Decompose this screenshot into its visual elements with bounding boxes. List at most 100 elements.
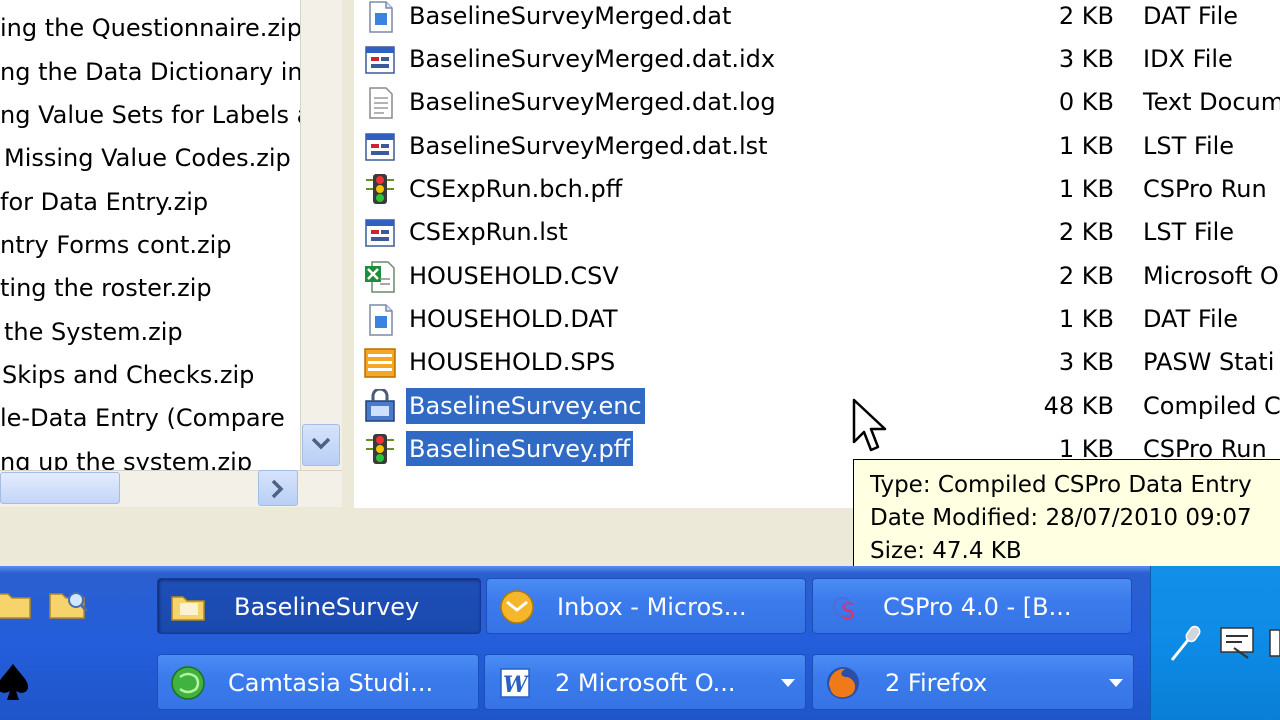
taskbar-button-label: CSPro 4.0 - [B... — [883, 593, 1072, 621]
file-row[interactable]: BaselineSurveyMerged.dat.log 0 KB Text D… — [354, 82, 1280, 125]
file-size: 1 KB — [1058, 132, 1114, 160]
folder-tree-item[interactable]: Missing Value Codes.zip — [4, 138, 291, 178]
text-file-icon — [369, 87, 393, 119]
group-expand-arrow-icon — [781, 679, 795, 687]
folder-tree-item[interactable]: ng up the system.zip — [0, 442, 252, 470]
file-type: DAT File — [1143, 305, 1239, 333]
file-type: Text Docum — [1143, 88, 1280, 116]
file-row[interactable]: CSExpRun.lst 2 KB LST File — [354, 212, 1280, 255]
file-name: BaselineSurveyMerged.dat.idx — [409, 45, 776, 73]
tooltip-date: Date Modified: 28/07/2010 09:07 — [870, 505, 1252, 531]
file-type: IDX File — [1143, 45, 1233, 73]
svg-text:W: W — [503, 672, 530, 698]
folder-tree-item[interactable]: Skips and Checks.zip — [2, 355, 254, 395]
spss-file-icon — [364, 348, 396, 378]
file-info-tooltip: Type: Compiled CSPro Data Entry Date Mod… — [853, 459, 1280, 577]
word-icon: W — [500, 668, 530, 698]
file-name: HOUSEHOLD.DAT — [409, 305, 618, 333]
folder-tree-item[interactable]: ng the Data Dictionary in C — [0, 52, 300, 92]
mouse-pointer-icon — [852, 398, 887, 452]
folder-tree-item[interactable]: the System.zip — [4, 312, 183, 352]
file-name: CSExpRun.bch.pff — [409, 175, 623, 203]
document-icon — [369, 304, 393, 336]
file-row[interactable]: BaselineSurveyMerged.dat.idx 3 KB IDX Fi… — [354, 39, 1280, 82]
cspro-icon: CS — [831, 591, 855, 625]
display-settings-icon[interactable] — [1218, 624, 1260, 662]
explorer-folder-icon[interactable] — [48, 584, 90, 624]
traffic-light-icon — [366, 174, 394, 204]
file-row[interactable]: HOUSEHOLD.SPS 3 KB PASW Stati — [354, 342, 1280, 385]
taskbar-button-label: Inbox - Micros... — [557, 593, 747, 621]
file-row[interactable]: BaselineSurvey.enc 48 KB Compiled C — [354, 386, 1280, 429]
file-row[interactable]: CSExpRun.bch.pff 1 KB CSPro Run — [354, 169, 1280, 212]
microphone-icon[interactable] — [1166, 622, 1206, 666]
folder-tree-pane: ing the Questionnaire.zip ng the Data Di… — [0, 0, 300, 505]
file-row[interactable]: HOUSEHOLD.CSV 2 KB Microsoft O — [354, 256, 1280, 299]
svg-text:S: S — [841, 600, 855, 625]
group-expand-arrow-icon — [1109, 679, 1123, 687]
traffic-light-icon — [366, 434, 394, 464]
taskbar-button-label: Camtasia Studi... — [228, 669, 434, 697]
taskbar-button-label: BaselineSurvey — [234, 593, 420, 621]
folder-tree-item[interactable]: le-Data Entry (Compare — [0, 398, 285, 438]
file-type: LST File — [1143, 132, 1235, 160]
folder-tree-item[interactable]: ting the roster.zip — [0, 268, 212, 308]
horizontal-scroll-thumb[interactable] — [0, 472, 120, 504]
taskbar-button-inbox[interactable]: Inbox - Micros... — [486, 578, 806, 634]
file-row[interactable]: BaselineSurveyMerged.dat.lst 1 KB LST Fi… — [354, 126, 1280, 169]
file-size: 2 KB — [1058, 262, 1114, 290]
taskbar-button-camtasia[interactable]: Camtasia Studi... — [157, 654, 479, 710]
folder-tree-item[interactable]: for Data Entry.zip — [0, 182, 208, 222]
file-type: LST File — [1143, 218, 1235, 246]
file-name: BaselineSurveyMerged.dat — [409, 2, 732, 30]
excel-file-icon — [365, 261, 395, 293]
folder-tree-list: ing the Questionnaire.zip ng the Data Di… — [0, 0, 300, 470]
file-size: 1 KB — [1058, 305, 1114, 333]
file-type: PASW Stati — [1143, 348, 1275, 376]
file-name: BaselineSurveyMerged.dat.log — [409, 88, 776, 116]
tooltip-size: Size: 47.4 KB — [870, 538, 1022, 564]
file-name: HOUSEHOLD.SPS — [409, 348, 616, 376]
document-icon — [369, 1, 393, 33]
spade-icon[interactable] — [0, 660, 30, 702]
folder-icon[interactable] — [0, 586, 34, 622]
taskbar-button-cspro[interactable]: CS CSPro 4.0 - [B... — [812, 578, 1132, 634]
file-name: CSExpRun.lst — [409, 218, 568, 246]
folder-tree-item[interactable]: ntry Forms cont.zip — [0, 225, 232, 265]
file-type: DAT File — [1143, 2, 1239, 30]
file-size: 2 KB — [1058, 218, 1114, 246]
file-row[interactable]: HOUSEHOLD.DAT 1 KB DAT File — [354, 299, 1280, 342]
file-name: BaselineSurvey.pff — [404, 430, 635, 466]
taskbar-group-firefox[interactable]: 2 Firefox — [812, 654, 1134, 710]
file-size: 3 KB — [1058, 45, 1114, 73]
file-row[interactable]: BaselineSurveyMerged.dat 2 KB DAT File — [354, 0, 1280, 39]
scroll-down-button[interactable] — [302, 424, 340, 466]
outlook-icon — [500, 590, 534, 624]
generic-file-icon — [365, 133, 395, 161]
file-size: 3 KB — [1058, 348, 1114, 376]
file-name: HOUSEHOLD.CSV — [409, 262, 619, 290]
chevron-right-icon — [271, 479, 284, 499]
file-name: BaselineSurvey.enc — [405, 387, 646, 425]
file-list: BaselineSurveyMerged.dat 2 KB DAT File B… — [354, 0, 1280, 466]
file-size: 1 KB — [1058, 175, 1114, 203]
file-name: BaselineSurveyMerged.dat.lst — [409, 132, 768, 160]
generic-file-icon — [365, 219, 395, 247]
taskbar-button-label: 2 Microsoft O... — [555, 669, 736, 697]
file-size: 0 KB — [1058, 88, 1114, 116]
camtasia-icon — [171, 666, 205, 700]
file-type: Compiled C — [1143, 392, 1280, 420]
compiled-entry-icon — [365, 389, 395, 422]
pane-splitter[interactable] — [342, 0, 354, 505]
vertical-scrollbar[interactable] — [300, 0, 343, 470]
folder-tree-item[interactable]: ing the Questionnaire.zip — [0, 8, 300, 48]
folder-tree-item[interactable]: ng Value Sets for Labels a — [0, 95, 300, 135]
folder-icon — [171, 596, 205, 621]
tooltip-type: Type: Compiled CSPro Data Entry — [870, 472, 1252, 498]
scroll-right-button[interactable] — [258, 470, 298, 506]
taskbar-button-baselinesurvey[interactable]: BaselineSurvey — [157, 578, 481, 634]
taskbar-group-microsoft-office[interactable]: W 2 Microsoft O... — [484, 654, 806, 710]
file-size: 2 KB — [1058, 2, 1114, 30]
tray-icon-partial[interactable] — [1268, 626, 1280, 660]
taskbar-edge — [0, 566, 1280, 572]
